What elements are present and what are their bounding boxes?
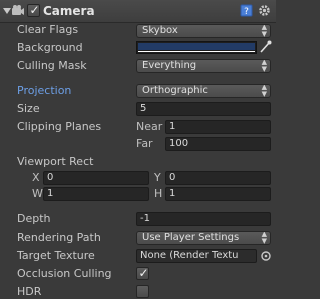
- hdr-checkbox[interactable]: [136, 285, 149, 298]
- component-header: ✓ Camera ?: [0, 0, 276, 23]
- occlusion-culling-checkbox[interactable]: ✓: [136, 266, 149, 280]
- clear-flags-dropdown[interactable]: Skybox ▲ ▼: [136, 24, 271, 38]
- component-enabled-checkbox[interactable]: ✓: [27, 3, 40, 17]
- viewport-w-label: W: [32, 187, 43, 200]
- near-input[interactable]: 1: [165, 120, 271, 134]
- viewport-y-input[interactable]: 0: [165, 171, 271, 185]
- hdr-label: HDR: [17, 285, 42, 298]
- culling-mask-dropdown[interactable]: Everything ▲ ▼: [136, 59, 271, 73]
- occlusion-culling-label: Occlusion Culling: [17, 267, 112, 280]
- viewport-y-label: Y: [154, 171, 161, 184]
- projection-value: Orthographic: [142, 85, 208, 96]
- viewport-h-input[interactable]: 1: [165, 187, 271, 201]
- viewport-x-input[interactable]: 0: [43, 171, 149, 185]
- far-input[interactable]: 100: [165, 137, 271, 151]
- culling-mask-label: Culling Mask: [17, 59, 87, 72]
- background-label: Background: [17, 41, 83, 54]
- clear-flags-label: Clear Flags: [17, 23, 79, 36]
- help-book-icon[interactable]: ?: [240, 4, 253, 17]
- viewport-h-label: H: [154, 187, 163, 200]
- component-title: Camera: [43, 4, 95, 18]
- svg-text:?: ?: [244, 7, 249, 17]
- checkmark-icon: ✓: [138, 266, 149, 280]
- size-label: Size: [17, 102, 40, 115]
- rendering-path-dropdown[interactable]: Use Player Settings ▲ ▼: [136, 231, 271, 245]
- alpha-bar: [138, 51, 255, 52]
- near-label: Near: [136, 120, 163, 133]
- far-label: Far: [136, 137, 153, 150]
- dropdown-arrows-icon: ▲ ▼: [261, 231, 267, 245]
- dropdown-arrows-icon: ▲ ▼: [261, 59, 267, 73]
- target-texture-object-field[interactable]: None (Render Textu: [136, 249, 257, 263]
- viewport-rect-label: Viewport Rect: [17, 155, 94, 168]
- projection-dropdown[interactable]: Orthographic ▲ ▼: [136, 84, 271, 98]
- clipping-planes-label: Clipping Planes: [17, 120, 102, 133]
- dropdown-arrows-icon: ▲ ▼: [261, 24, 267, 38]
- viewport-x-label: X: [32, 171, 40, 184]
- dropdown-arrows-icon: ▲ ▼: [261, 84, 267, 98]
- eyedropper-icon[interactable]: [259, 40, 272, 54]
- object-picker-icon[interactable]: [260, 250, 272, 262]
- checkmark-icon: ✓: [29, 3, 40, 17]
- depth-input[interactable]: -1: [136, 212, 271, 226]
- background-color-swatch: [138, 43, 255, 50]
- rendering-path-value: Use Player Settings: [142, 232, 240, 243]
- target-texture-label: Target Texture: [17, 249, 95, 262]
- camera-icon: [12, 5, 24, 15]
- clear-flags-value: Skybox: [142, 25, 178, 36]
- viewport-w-input[interactable]: 1: [43, 187, 149, 201]
- rendering-path-label: Rendering Path: [17, 231, 101, 244]
- size-input[interactable]: 5: [136, 102, 271, 116]
- background-color-field[interactable]: [136, 41, 257, 54]
- settings-gear-icon[interactable]: [258, 4, 271, 17]
- projection-label: Projection: [17, 84, 72, 97]
- depth-label: Depth: [17, 212, 51, 225]
- culling-mask-value: Everything: [142, 60, 197, 71]
- foldout-arrow-icon[interactable]: [3, 7, 11, 15]
